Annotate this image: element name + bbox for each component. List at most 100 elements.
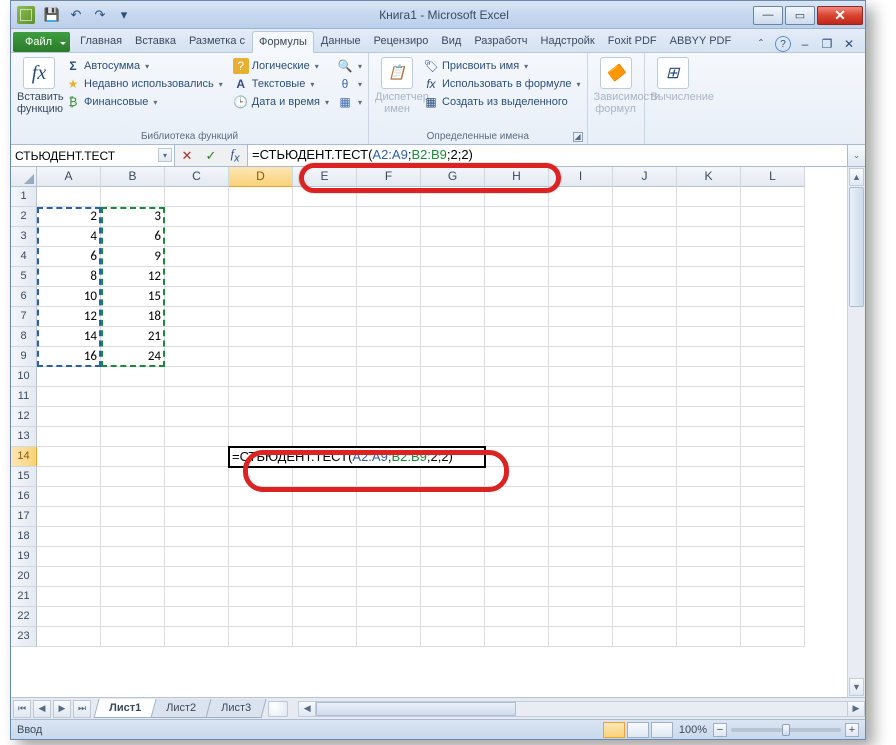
cell-I18[interactable] bbox=[549, 527, 613, 547]
cell-A21[interactable] bbox=[37, 587, 101, 607]
cell-I7[interactable] bbox=[549, 307, 613, 327]
cell-K12[interactable] bbox=[677, 407, 741, 427]
cell-H8[interactable] bbox=[485, 327, 549, 347]
cell-G3[interactable] bbox=[421, 227, 485, 247]
cell-C20[interactable] bbox=[165, 567, 229, 587]
help-icon[interactable]: ? bbox=[775, 36, 791, 52]
cell-H1[interactable] bbox=[485, 187, 549, 207]
worksheet-grid[interactable]: ABCDEFGHIJKL 123456789101112131415161718… bbox=[11, 167, 847, 697]
lookup-button[interactable]: 🔍▾ bbox=[335, 57, 364, 75]
cell-C13[interactable] bbox=[165, 427, 229, 447]
row-header-1[interactable]: 1 bbox=[11, 187, 37, 207]
cell-J21[interactable] bbox=[613, 587, 677, 607]
cell-B11[interactable] bbox=[101, 387, 165, 407]
cell-L16[interactable] bbox=[741, 487, 805, 507]
cell-K5[interactable] bbox=[677, 267, 741, 287]
cell-G23[interactable] bbox=[421, 627, 485, 647]
cell-E23[interactable] bbox=[293, 627, 357, 647]
scroll-down-button[interactable]: ▼ bbox=[849, 678, 864, 696]
cell-A9[interactable]: 16 bbox=[37, 347, 101, 367]
cell-B14[interactable] bbox=[101, 447, 165, 467]
page-layout-view-button[interactable] bbox=[627, 722, 649, 738]
cell-D15[interactable] bbox=[229, 467, 293, 487]
row-header-13[interactable]: 13 bbox=[11, 427, 37, 447]
new-sheet-button[interactable] bbox=[268, 701, 288, 717]
cell-J16[interactable] bbox=[613, 487, 677, 507]
cell-F10[interactable] bbox=[357, 367, 421, 387]
cell-A14[interactable] bbox=[37, 447, 101, 467]
close-button[interactable]: ✕ bbox=[817, 6, 863, 25]
cell-I10[interactable] bbox=[549, 367, 613, 387]
cell-J13[interactable] bbox=[613, 427, 677, 447]
use-in-formula-button[interactable]: fxИспользовать в формуле▾ bbox=[421, 75, 583, 93]
cell-K15[interactable] bbox=[677, 467, 741, 487]
ribbon-tab-9[interactable]: Foxit PDF bbox=[602, 31, 663, 52]
cell-C9[interactable] bbox=[165, 347, 229, 367]
cell-F19[interactable] bbox=[357, 547, 421, 567]
cell-K7[interactable] bbox=[677, 307, 741, 327]
cell-K21[interactable] bbox=[677, 587, 741, 607]
math-button[interactable]: θ▾ bbox=[335, 75, 364, 93]
cell-L10[interactable] bbox=[741, 367, 805, 387]
mdi-restore-icon[interactable]: ❐ bbox=[819, 36, 835, 52]
row-header-15[interactable]: 15 bbox=[11, 467, 37, 487]
maximize-button[interactable]: ▭ bbox=[785, 6, 815, 25]
cell-C14[interactable] bbox=[165, 447, 229, 467]
cell-F20[interactable] bbox=[357, 567, 421, 587]
select-all-corner[interactable] bbox=[11, 167, 37, 187]
cell-E20[interactable] bbox=[293, 567, 357, 587]
cell-L5[interactable] bbox=[741, 267, 805, 287]
cell-H23[interactable] bbox=[485, 627, 549, 647]
cell-G15[interactable] bbox=[421, 467, 485, 487]
cell-H14[interactable] bbox=[485, 447, 549, 467]
create-from-selection-button[interactable]: ▦Создать из выделенного bbox=[421, 93, 583, 111]
cell-F13[interactable] bbox=[357, 427, 421, 447]
horizontal-scrollbar[interactable]: ◀ ▶ bbox=[298, 701, 865, 717]
row-header-2[interactable]: 2 bbox=[11, 207, 37, 227]
cell-D13[interactable] bbox=[229, 427, 293, 447]
row-header-9[interactable]: 9 bbox=[11, 347, 37, 367]
recent-functions-button[interactable]: ★Недавно использовались▾ bbox=[63, 75, 225, 93]
name-box-dropdown[interactable]: ▾ bbox=[158, 148, 172, 162]
cell-B15[interactable] bbox=[101, 467, 165, 487]
cell-A10[interactable] bbox=[37, 367, 101, 387]
more-functions-button[interactable]: ▦▾ bbox=[335, 93, 364, 111]
minimize-button[interactable]: — bbox=[753, 6, 783, 25]
cell-J4[interactable] bbox=[613, 247, 677, 267]
expand-formula-bar-button[interactable]: ⌄ bbox=[847, 145, 865, 166]
cell-F6[interactable] bbox=[357, 287, 421, 307]
cell-E12[interactable] bbox=[293, 407, 357, 427]
ribbon-tab-2[interactable]: Разметка с bbox=[183, 31, 251, 52]
cell-C18[interactable] bbox=[165, 527, 229, 547]
cell-D14[interactable]: =СТЬЮДЕНТ.ТЕСТ(A2:A9;B2:B9;2;2) bbox=[229, 447, 485, 467]
mdi-minimize-icon[interactable]: – bbox=[797, 36, 813, 52]
calculation-button[interactable]: ⊞ Вычисление bbox=[649, 55, 697, 105]
cell-B4[interactable]: 9 bbox=[101, 247, 165, 267]
cell-H16[interactable] bbox=[485, 487, 549, 507]
qat-undo-button[interactable]: ↶ bbox=[65, 4, 87, 26]
cell-F16[interactable] bbox=[357, 487, 421, 507]
cell-F9[interactable] bbox=[357, 347, 421, 367]
row-header-3[interactable]: 3 bbox=[11, 227, 37, 247]
cell-E16[interactable] bbox=[293, 487, 357, 507]
cell-B18[interactable] bbox=[101, 527, 165, 547]
cell-H18[interactable] bbox=[485, 527, 549, 547]
cell-E7[interactable] bbox=[293, 307, 357, 327]
cell-F4[interactable] bbox=[357, 247, 421, 267]
ribbon-tab-5[interactable]: Рецензиро bbox=[368, 31, 435, 52]
cell-C7[interactable] bbox=[165, 307, 229, 327]
cell-F12[interactable] bbox=[357, 407, 421, 427]
cell-K20[interactable] bbox=[677, 567, 741, 587]
cell-A23[interactable] bbox=[37, 627, 101, 647]
cell-K22[interactable] bbox=[677, 607, 741, 627]
cell-C19[interactable] bbox=[165, 547, 229, 567]
text-functions-button[interactable]: AТекстовые▾ bbox=[231, 75, 331, 93]
ribbon-tab-7[interactable]: Разработч bbox=[468, 31, 533, 52]
sheet-nav-prev[interactable]: ◀ bbox=[33, 700, 51, 718]
cell-C12[interactable] bbox=[165, 407, 229, 427]
cell-B12[interactable] bbox=[101, 407, 165, 427]
formula-auditing-button[interactable]: 🔶 Зависимости формул bbox=[592, 55, 640, 117]
cell-H6[interactable] bbox=[485, 287, 549, 307]
cell-G2[interactable] bbox=[421, 207, 485, 227]
cell-A3[interactable]: 4 bbox=[37, 227, 101, 247]
